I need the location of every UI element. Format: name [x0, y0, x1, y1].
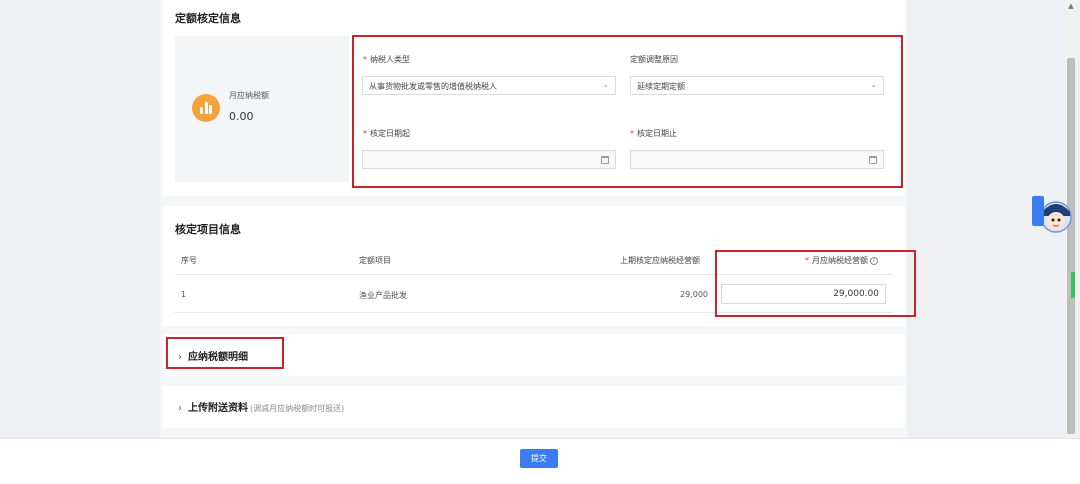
- submit-button[interactable]: 提交: [520, 449, 558, 468]
- calendar-icon: [869, 156, 877, 164]
- taxpayer-type-label: * 纳税人类型: [363, 55, 410, 64]
- highlight-amount-column: [715, 250, 916, 317]
- scrollbar-thumb[interactable]: [1067, 58, 1075, 434]
- chevron-down-icon: ⌄: [602, 80, 609, 89]
- column-header-previous-amount: 上期核定应纳税经营额: [620, 256, 700, 265]
- row-previous-amount: 29,000: [680, 290, 708, 299]
- row-index: 1: [181, 290, 187, 299]
- scroll-up-arrow-icon[interactable]: ▲: [1066, 2, 1076, 12]
- upload-toggle[interactable]: › 上传附送资料 (调减月应纳税额时可报送): [178, 399, 344, 414]
- column-header-index: 序号: [181, 256, 197, 265]
- assistant-mascot-icon[interactable]: [1030, 190, 1076, 240]
- adjust-reason-label: 定额调整原因: [630, 55, 678, 64]
- end-date-label: * 核定日期止: [630, 129, 677, 138]
- scroll-indicator: [1071, 272, 1075, 298]
- row-item-name: 渔业产品批发: [359, 291, 407, 300]
- items-section-title: 核定项目信息: [175, 223, 241, 236]
- chevron-right-icon: ›: [178, 403, 182, 414]
- monthly-tax-label: 月应纳税额: [229, 91, 269, 100]
- adjust-reason-select[interactable]: 延续定期定额 ⌄: [630, 76, 884, 95]
- highlight-tax-detail: [166, 337, 284, 369]
- calendar-icon: [601, 156, 609, 164]
- start-date-label: * 核定日期起: [363, 129, 410, 138]
- taxpayer-type-select[interactable]: 从事货物批发或零售的增值税纳税人 ⌄: [362, 76, 616, 95]
- start-date-picker[interactable]: [362, 150, 616, 169]
- chevron-down-icon: ⌄: [870, 80, 877, 89]
- end-date-picker[interactable]: [630, 150, 884, 169]
- bar-chart-icon: [192, 94, 220, 122]
- monthly-tax-value: 0.00: [229, 110, 254, 123]
- quota-section-title: 定额核定信息: [175, 12, 241, 25]
- column-header-item: 定额项目: [359, 256, 391, 265]
- upload-note: (调减月应纳税额时可报送): [250, 404, 345, 413]
